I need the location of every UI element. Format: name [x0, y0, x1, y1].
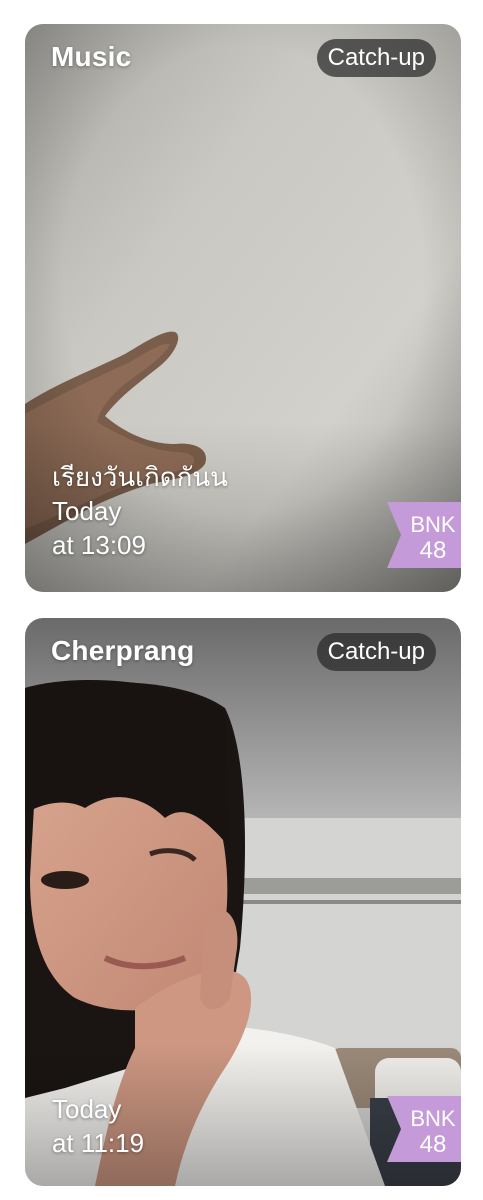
member-name[interactable]: Music	[51, 41, 131, 73]
bnk48-logo-icon: BNK 48	[387, 502, 461, 568]
story-day: Today	[52, 496, 122, 526]
story-title: เรียงวันเกิดกันน	[52, 462, 228, 492]
story-caption: Today at 11:19	[52, 1092, 144, 1160]
card-header: Cherprang Catch-up	[25, 618, 461, 684]
story-time: at 11:19	[52, 1128, 145, 1158]
svg-text:48: 48	[420, 1131, 447, 1158]
bnk48-logo-icon: BNK 48	[387, 1096, 461, 1162]
svg-text:BNK: BNK	[410, 1106, 456, 1131]
card-header: Music Catch-up	[25, 24, 461, 90]
svg-text:48: 48	[420, 537, 447, 564]
svg-text:BNK: BNK	[410, 512, 456, 537]
story-caption: เรียงวันเกิดกันน Today at 13:09	[52, 460, 228, 562]
story-card-cherprang[interactable]: Cherprang Catch-up Today at 11:19 BNK 48	[25, 618, 461, 1186]
story-card-music[interactable]: Music Catch-up เรียงวันเกิดกันน Today at…	[25, 24, 461, 592]
catch-up-badge[interactable]: Catch-up	[316, 39, 436, 77]
story-time: at 13:09	[52, 530, 146, 560]
catch-up-badge[interactable]: Catch-up	[316, 633, 436, 671]
member-name[interactable]: Cherprang	[51, 635, 194, 667]
story-day: Today	[52, 1094, 122, 1124]
